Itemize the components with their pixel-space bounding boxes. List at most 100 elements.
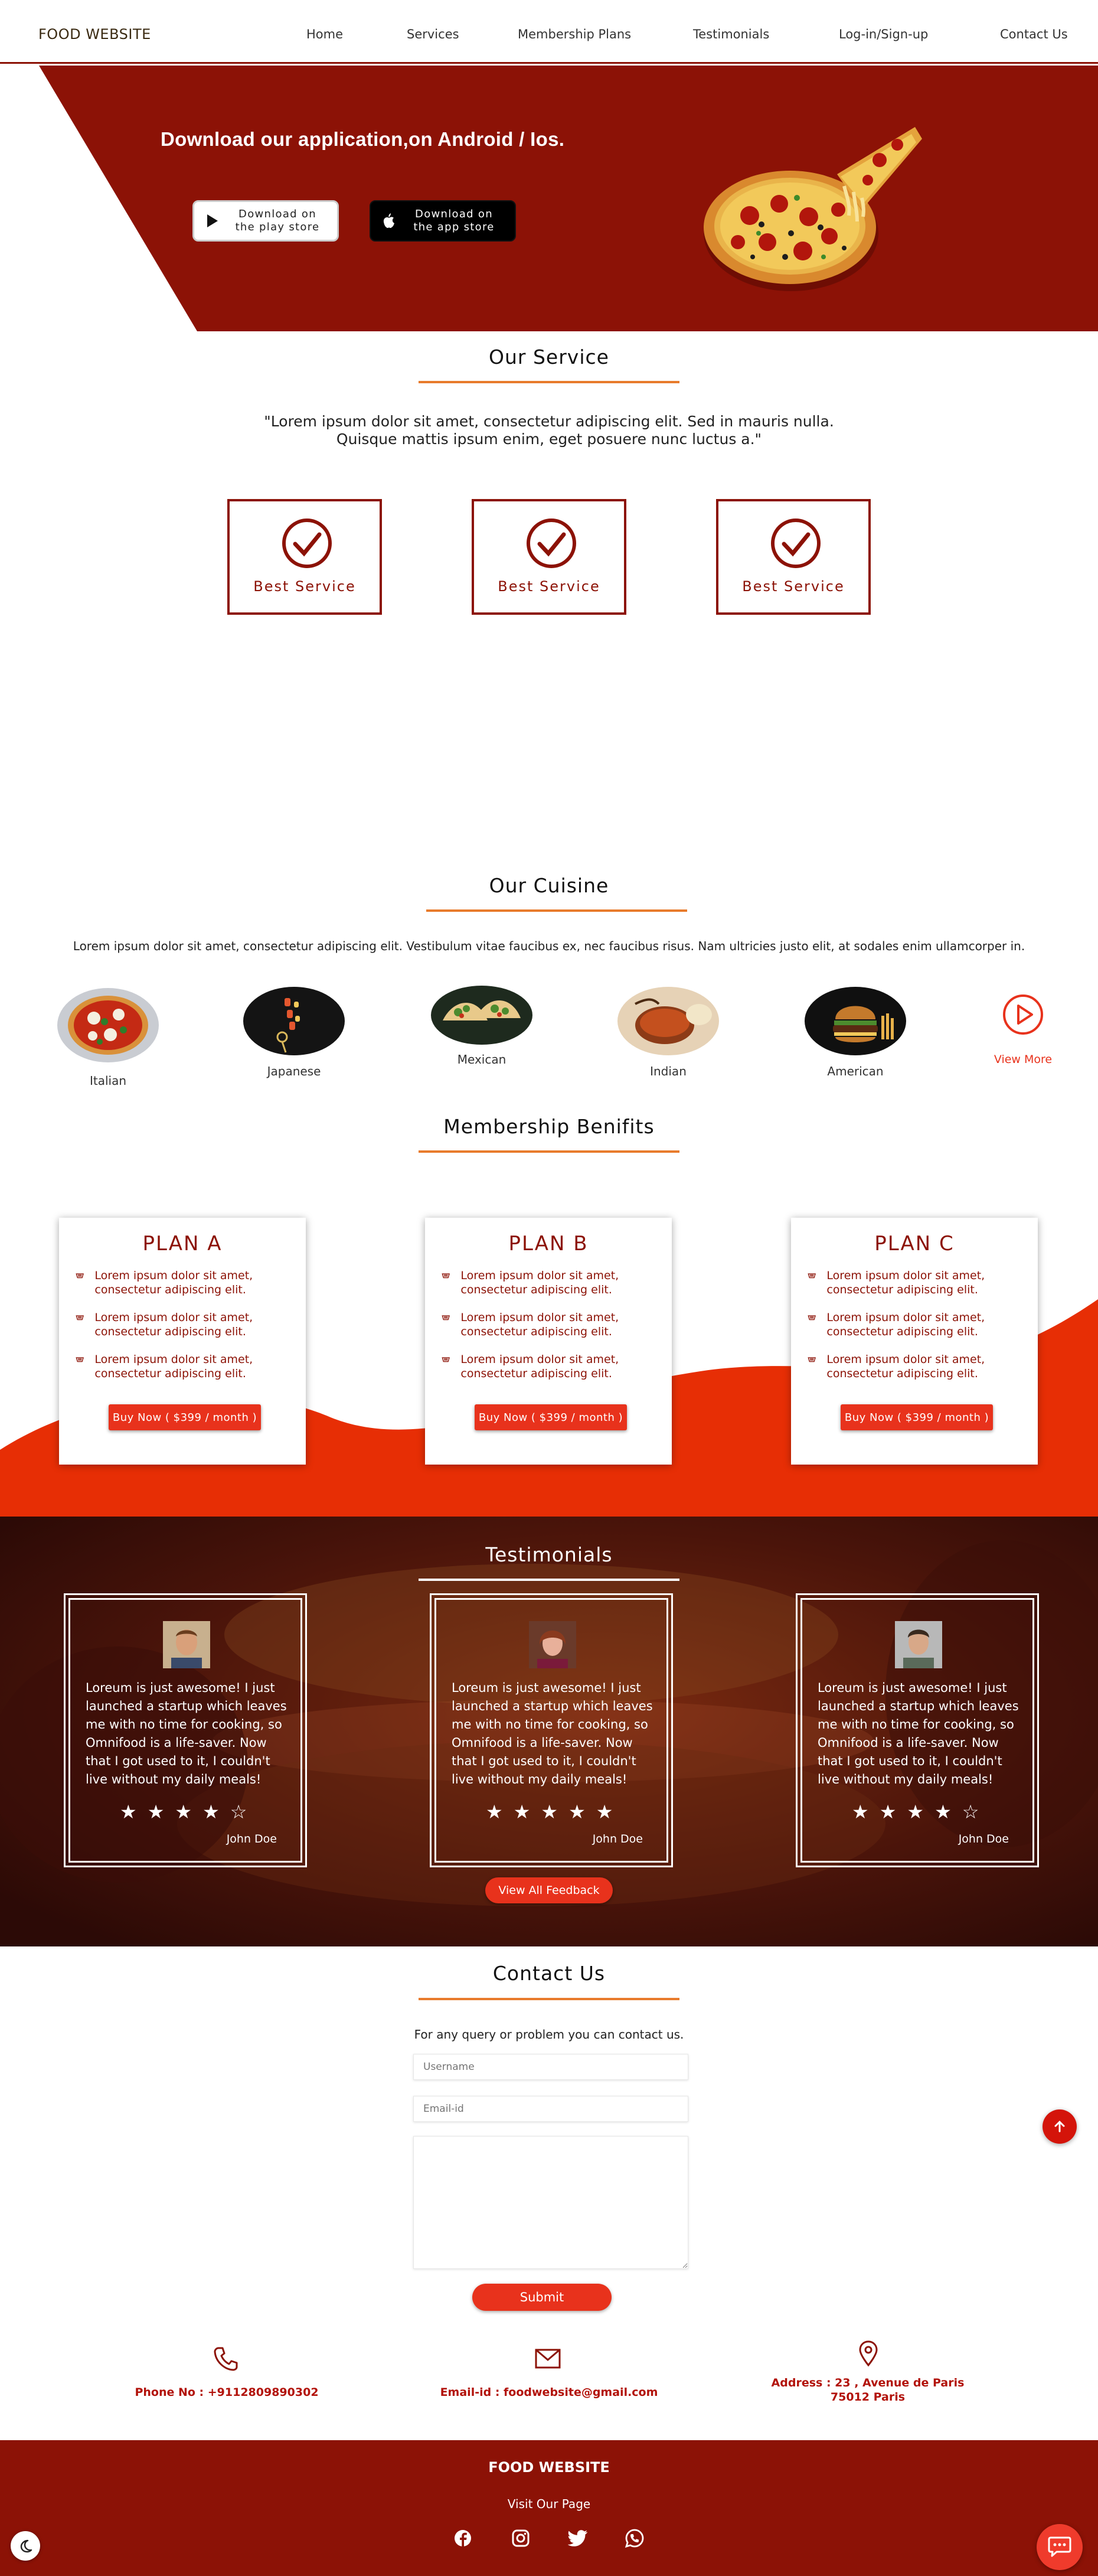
food-bowl-icon bbox=[442, 1315, 450, 1320]
view-all-feedback-button[interactable]: View All Feedback bbox=[485, 1877, 613, 1903]
cuisine-title-underline bbox=[426, 909, 687, 912]
avatar bbox=[163, 1621, 210, 1668]
testimonial-card: Loreum is just awesome! I just launched … bbox=[430, 1593, 673, 1867]
indian-food-image bbox=[617, 987, 719, 1055]
plan-feature-text: Lorem ipsum dolor sit amet, consectetur … bbox=[826, 1269, 985, 1296]
play-store-icon bbox=[207, 214, 218, 227]
plan-feature-text: Lorem ipsum dolor sit amet, consectetur … bbox=[460, 1269, 619, 1296]
message-textarea[interactable] bbox=[413, 2136, 688, 2269]
view-more-link[interactable]: View More bbox=[980, 1053, 1066, 1066]
cuisine-label: Indian bbox=[650, 1064, 687, 1078]
nav-link-home[interactable]: Home bbox=[306, 27, 343, 41]
cuisine-description: Lorem ipsum dolor sit amet, consectetur … bbox=[73, 939, 1025, 953]
testimonial-author: John Doe bbox=[592, 1832, 643, 1845]
food-bowl-icon bbox=[442, 1357, 450, 1362]
cuisine-item-indian[interactable]: Indian bbox=[617, 986, 719, 1078]
testimonial-author: John Doe bbox=[958, 1832, 1009, 1845]
plan-feature-text: Lorem ipsum dolor sit amet, consectetur … bbox=[826, 1311, 985, 1338]
testimonials-title-underline bbox=[419, 1579, 679, 1581]
mail-icon bbox=[535, 2349, 561, 2369]
buy-now-button[interactable]: Buy Now ( $399 / month ) bbox=[841, 1404, 993, 1430]
plan-feature-text: Lorem ipsum dolor sit amet, consectetur … bbox=[94, 1311, 253, 1338]
plan-title: PLAN B bbox=[508, 1232, 589, 1256]
food-bowl-icon bbox=[76, 1315, 84, 1320]
scroll-to-top-button[interactable] bbox=[1043, 2109, 1077, 2144]
testimonial-text: Loreum is just awesome! I just launched … bbox=[86, 1681, 287, 1786]
cuisine-label: American bbox=[827, 1064, 884, 1078]
navbar: FOOD WEBSITE Home Services Membership Pl… bbox=[0, 0, 1098, 64]
testimonial-author: John Doe bbox=[226, 1832, 277, 1845]
phone-number: Phone No : +9112809890302 bbox=[135, 2386, 319, 2399]
submit-button[interactable]: Submit bbox=[472, 2284, 612, 2311]
pizza-image bbox=[704, 127, 922, 291]
plan-title: PLAN A bbox=[142, 1232, 223, 1256]
dark-mode-toggle[interactable] bbox=[11, 2531, 40, 2561]
food-bowl-icon bbox=[76, 1357, 84, 1362]
plan-feature: Lorem ipsum dolor sit amet, consectetur … bbox=[808, 1269, 1032, 1297]
nav-link-services[interactable]: Services bbox=[407, 27, 459, 41]
food-bowl-icon bbox=[808, 1273, 816, 1279]
nav-link-membership-plans[interactable]: Membership Plans bbox=[518, 27, 631, 41]
food-bowl-icon bbox=[808, 1315, 816, 1320]
cuisine-label: Mexican bbox=[457, 1052, 506, 1067]
food-bowl-icon bbox=[808, 1357, 816, 1362]
cuisine-item-italian[interactable]: Italian bbox=[57, 987, 159, 1088]
email-address: Email-id : foodwebsite@gmail.com bbox=[440, 2386, 658, 2399]
service-label: Best Service bbox=[498, 578, 600, 595]
hero-title: Download our application,on Android / Io… bbox=[161, 128, 565, 150]
service-card: Best Service bbox=[716, 499, 871, 615]
app-store-label: Download on the app store bbox=[413, 208, 495, 233]
testimonials-title: Testimonials bbox=[485, 1543, 613, 1566]
plan-feature-text: Lorem ipsum dolor sit amet, consectetur … bbox=[94, 1269, 253, 1296]
services-title-underline bbox=[419, 381, 679, 383]
plan-feature-text: Lorem ipsum dolor sit amet, consectetur … bbox=[826, 1353, 985, 1380]
location-pin-icon bbox=[859, 2340, 878, 2367]
apple-icon bbox=[383, 213, 394, 228]
testimonial-text: Loreum is just awesome! I just launched … bbox=[818, 1681, 1019, 1786]
twitter-icon[interactable] bbox=[568, 2530, 588, 2546]
play-store-label: Download on the play store bbox=[235, 208, 320, 233]
nav-link-testimonials[interactable]: Testimonials bbox=[693, 27, 769, 41]
plan-title: PLAN C bbox=[874, 1232, 955, 1256]
cuisine-item-american[interactable]: American bbox=[805, 986, 906, 1078]
plan-feature: Lorem ipsum dolor sit amet, consectetur … bbox=[808, 1310, 1032, 1339]
moon-icon bbox=[20, 2539, 32, 2553]
plan-feature: Lorem ipsum dolor sit amet, consectetur … bbox=[76, 1310, 300, 1339]
plan-feature-text: Lorem ipsum dolor sit amet, consectetur … bbox=[94, 1353, 253, 1380]
membership-title-underline bbox=[419, 1150, 679, 1153]
contact-title-underline bbox=[419, 1998, 679, 2000]
buy-now-button[interactable]: Buy Now ( $399 / month ) bbox=[475, 1404, 627, 1430]
facebook-icon[interactable] bbox=[453, 2529, 472, 2548]
buy-now-button[interactable]: Buy Now ( $399 / month ) bbox=[109, 1404, 261, 1430]
cuisine-item-mexican[interactable]: Mexican bbox=[431, 985, 532, 1067]
testimonial-text: Loreum is just awesome! I just launched … bbox=[452, 1681, 653, 1786]
plan-feature: Lorem ipsum dolor sit amet, consectetur … bbox=[442, 1269, 666, 1297]
plan-feature: Lorem ipsum dolor sit amet, consectetur … bbox=[442, 1310, 666, 1339]
plan-card-c: PLAN C Lorem ipsum dolor sit amet, conse… bbox=[791, 1218, 1038, 1465]
instagram-icon[interactable] bbox=[511, 2529, 530, 2548]
email-input[interactable] bbox=[413, 2096, 688, 2122]
service-label: Best Service bbox=[742, 578, 845, 595]
services-quote-line2: Quisque mattis ipsum enim, eget posuere … bbox=[336, 431, 762, 448]
app-store-button[interactable]: Download on the app store bbox=[370, 200, 516, 242]
cuisine-item-japanese[interactable]: Japanese bbox=[243, 986, 345, 1078]
nav-link-contact-us[interactable]: Contact Us bbox=[1000, 27, 1068, 41]
cuisine-label: Japanese bbox=[267, 1064, 321, 1078]
cuisine-title: Our Cuisine bbox=[489, 874, 609, 897]
hero-background bbox=[39, 66, 1098, 331]
play-store-button[interactable]: Download on the play store bbox=[192, 200, 339, 242]
arrow-up-icon bbox=[1054, 2120, 1065, 2132]
brand-logo[interactable]: FOOD WEBSITE bbox=[38, 26, 151, 43]
play-circle-icon[interactable] bbox=[1002, 994, 1044, 1035]
cuisine-label: Italian bbox=[89, 1074, 127, 1088]
whatsapp-icon[interactable] bbox=[625, 2528, 645, 2548]
plan-feature-text: Lorem ipsum dolor sit amet, consectetur … bbox=[460, 1311, 619, 1338]
plan-feature: Lorem ipsum dolor sit amet, consectetur … bbox=[808, 1352, 1032, 1381]
service-card: Best Service bbox=[227, 499, 382, 615]
nav-link-login-signup[interactable]: Log-in/Sign-up bbox=[839, 27, 928, 41]
american-food-image bbox=[805, 987, 906, 1055]
services-title: Our Service bbox=[489, 345, 609, 369]
username-input[interactable] bbox=[413, 2054, 688, 2080]
chat-button[interactable] bbox=[1037, 2524, 1083, 2570]
avatar bbox=[895, 1621, 942, 1668]
